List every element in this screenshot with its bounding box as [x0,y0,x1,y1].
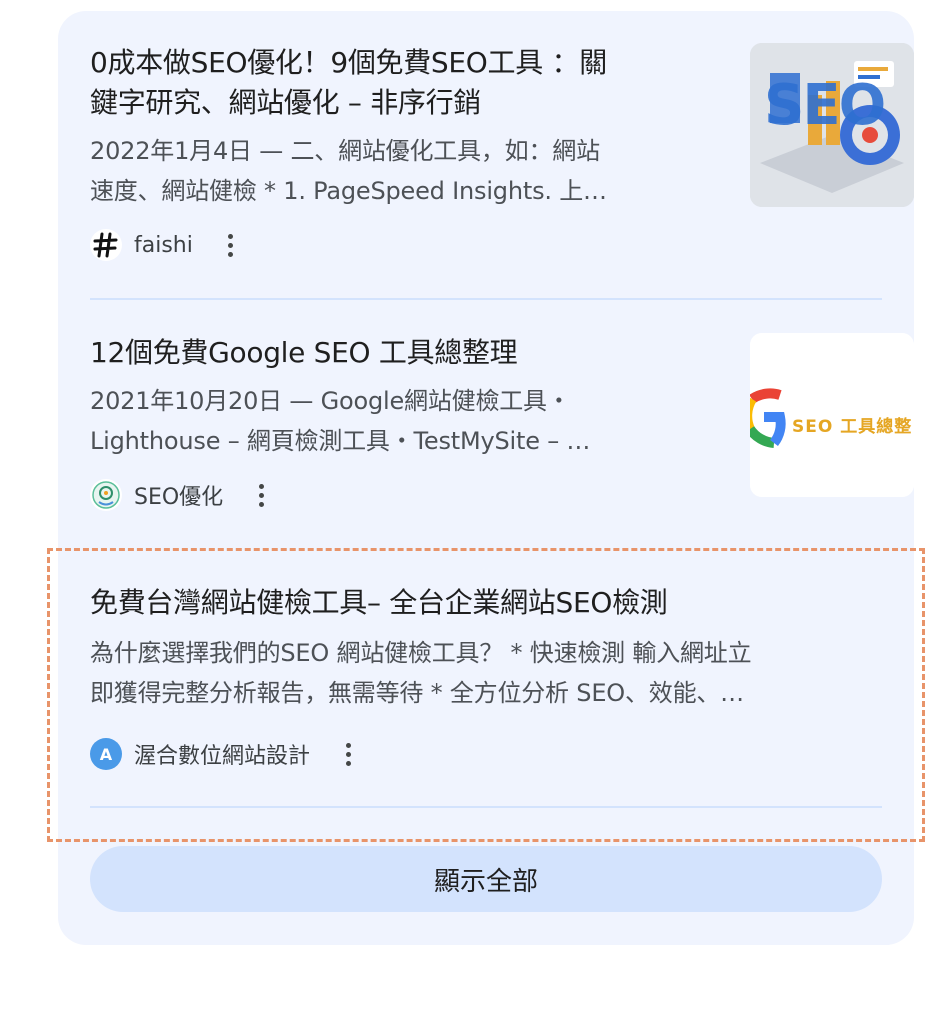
result-thumbnail[interactable]: SEO 工具總整 [750,333,914,497]
result-title[interactable]: 12個免費Google SEO 工具總整理 [90,333,710,373]
divider [90,298,882,300]
result-title[interactable]: 0成本做SEO優化！9個免費SEO工具 ：關 鍵字研究、網站優化 – 非序行銷 [90,43,710,123]
result-snippet-line-2: Lighthouse – 網頁檢測工具・TestMySite – … [90,427,591,455]
results-card: 0成本做SEO優化！9個免費SEO工具 ：關 鍵字研究、網站優化 – 非序行銷 … [58,11,914,945]
result-snippet: 為什麼選擇我們的SEO 網站健檢工具？ * 快速檢測 輸入網址立 即獲得完整分析… [90,633,752,713]
result-source[interactable]: A 渥合數位網站設計 [90,734,360,774]
more-options-icon[interactable] [219,225,243,265]
more-options-icon[interactable] [249,475,273,515]
result-source[interactable]: SEO優化 [90,475,273,515]
more-options-icon[interactable] [336,734,360,774]
thumbnail-text: SEO 工具總整 [792,417,913,437]
result-snippet-line-1: 2021年10月20日 — Google網站健檢工具・ [90,387,571,415]
result-title-line-1[interactable]: 免費台灣網站健檢工具– 全台企業網站SEO檢測 [90,583,882,623]
result-title[interactable]: 免費台灣網站健檢工具– 全台企業網站SEO檢測 [90,583,882,623]
result-snippet: 2021年10月20日 — Google網站健檢工具・ Lighthouse –… [90,381,590,461]
letter-a-icon: A [90,738,122,770]
hash-icon [90,229,122,261]
result-title-line-1[interactable]: 12個免費Google SEO 工具總整理 [90,333,710,373]
divider [90,806,882,808]
result-thumbnail[interactable]: SEO [750,43,914,207]
search-result-1[interactable]: 0成本做SEO優化！9個免費SEO工具 ：關 鍵字研究、網站優化 – 非序行銷 … [90,43,914,273]
result-source-name[interactable]: faishi [134,233,193,258]
result-title-line-1[interactable]: 0成本做SEO優化！9個免費SEO工具 ：關 [90,43,710,83]
favicon-letter: A [99,744,113,764]
result-source-name[interactable]: 渥合數位網站設計 [134,738,310,770]
result-source[interactable]: faishi [90,225,243,265]
result-snippet-line-1: 2022年1月4日 — 二、網站優化工具，如：網站 [90,137,600,165]
result-snippet-line-2: 即獲得完整分析報告，無需等待 * 全方位分析 SEO、效能、… [90,679,744,707]
thumbnail-text: SEO [764,73,886,138]
result-snippet: 2022年1月4日 — 二、網站優化工具，如：網站 速度、網站健檢 * 1. P… [90,131,607,211]
search-result-3[interactable]: 免費台灣網站健檢工具– 全台企業網站SEO檢測 為什麼選擇我們的SEO 網站健檢… [90,583,882,783]
search-result-2[interactable]: 12個免費Google SEO 工具總整理 2021年10月20日 — Goog… [90,333,914,523]
result-source-name[interactable]: SEO優化 [134,479,223,511]
show-all-button[interactable]: 顯示全部 [90,846,882,912]
result-snippet-line-2: 速度、網站健檢 * 1. PageSpeed Insights. 上… [90,177,607,205]
result-title-line-2[interactable]: 鍵字研究、網站優化 – 非序行銷 [90,83,710,123]
robot-icon [90,479,122,511]
result-snippet-line-1: 為什麼選擇我們的SEO 網站健檢工具？ * 快速檢測 輸入網址立 [90,639,752,667]
